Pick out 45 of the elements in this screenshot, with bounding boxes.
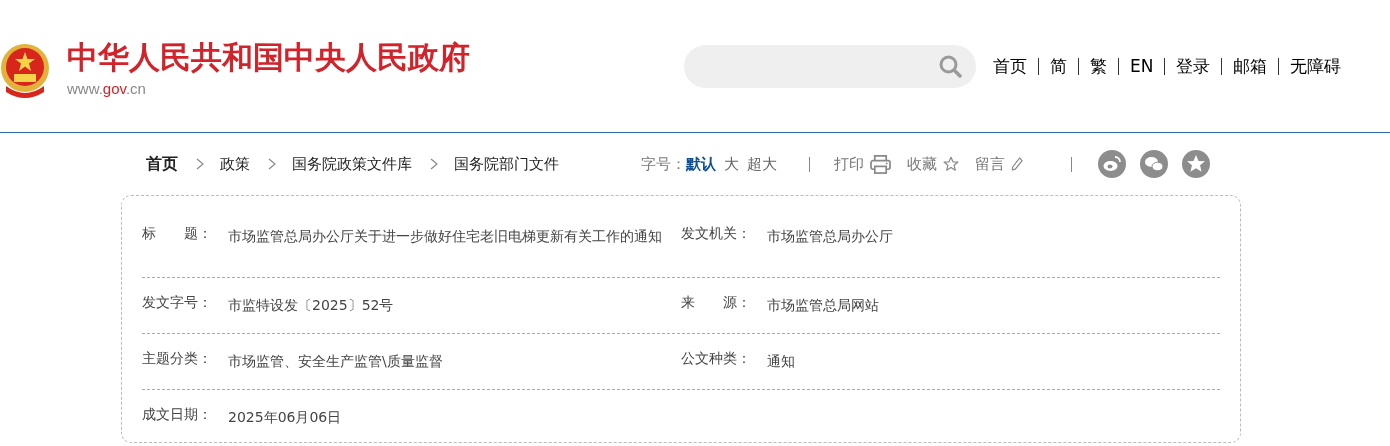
- field-label: 发文字号：: [142, 294, 213, 312]
- nav-link[interactable]: 无障碍: [1290, 54, 1342, 78]
- field-value: 通知: [767, 352, 796, 371]
- field-label: 标 题：: [142, 225, 213, 243]
- font-size-option[interactable]: 超大: [747, 154, 777, 174]
- swirl-share-icon[interactable]: [1098, 150, 1126, 178]
- chevron-icon: [268, 158, 276, 170]
- field-value: 市场监管总局办公厅: [767, 227, 894, 246]
- field-value: 市场监管总局办公厅关于进一步做好住宅老旧电梯更新有关工作的通知: [228, 227, 663, 246]
- nav-link[interactable]: 简: [1050, 54, 1067, 78]
- field-label: 成文日期：: [142, 406, 213, 424]
- site-title: 中华人民共和国中央人民政府: [67, 39, 470, 75]
- star-icon: [943, 156, 959, 172]
- field-label: 主题分类：: [142, 350, 213, 368]
- nav-link[interactable]: 首页: [993, 54, 1027, 78]
- field-value: 2025年06月06日: [228, 408, 343, 427]
- site-url[interactable]: www.gov.cn: [67, 80, 470, 97]
- favorite-link[interactable]: 收藏: [907, 154, 959, 174]
- font-size-option[interactable]: 默认: [686, 154, 716, 174]
- pencil-icon: [1011, 157, 1023, 171]
- field-label: 公文种类：: [681, 350, 752, 368]
- comment-link[interactable]: 留言: [975, 154, 1023, 174]
- search-icon[interactable]: [938, 54, 962, 78]
- printer-icon: [870, 154, 891, 174]
- font-size-option[interactable]: 大: [724, 154, 739, 174]
- chevron-icon: [430, 158, 438, 170]
- star-share-icon[interactable]: [1182, 150, 1210, 178]
- field-value: 市场监管总局网站: [767, 296, 880, 315]
- chat-bubbles-share-icon[interactable]: [1140, 150, 1168, 178]
- chevron-icon: [196, 158, 204, 170]
- search-field[interactable]: [684, 44, 976, 88]
- breadcrumb-link[interactable]: 政策: [220, 154, 250, 174]
- print-link[interactable]: 打印: [834, 154, 891, 174]
- breadcrumb-link[interactable]: 首页: [146, 153, 178, 175]
- field-value: 市监特设发〔2025〕52号: [228, 296, 395, 315]
- nav-link[interactable]: 邮箱: [1233, 54, 1268, 78]
- font-size-label: 字号：: [641, 154, 686, 174]
- nav-link[interactable]: 登录: [1176, 54, 1211, 78]
- nav-link[interactable]: 繁: [1090, 54, 1107, 78]
- nav-link[interactable]: EN: [1130, 56, 1154, 76]
- field-value: 市场监管、安全生产监管\质量监督: [228, 352, 444, 371]
- field-label: 发文机关：: [681, 225, 752, 243]
- breadcrumb-link[interactable]: 国务院政策文件库: [292, 154, 412, 174]
- field-label: 来 源：: [681, 294, 752, 312]
- breadcrumb-link[interactable]: 国务院部门文件: [454, 154, 559, 174]
